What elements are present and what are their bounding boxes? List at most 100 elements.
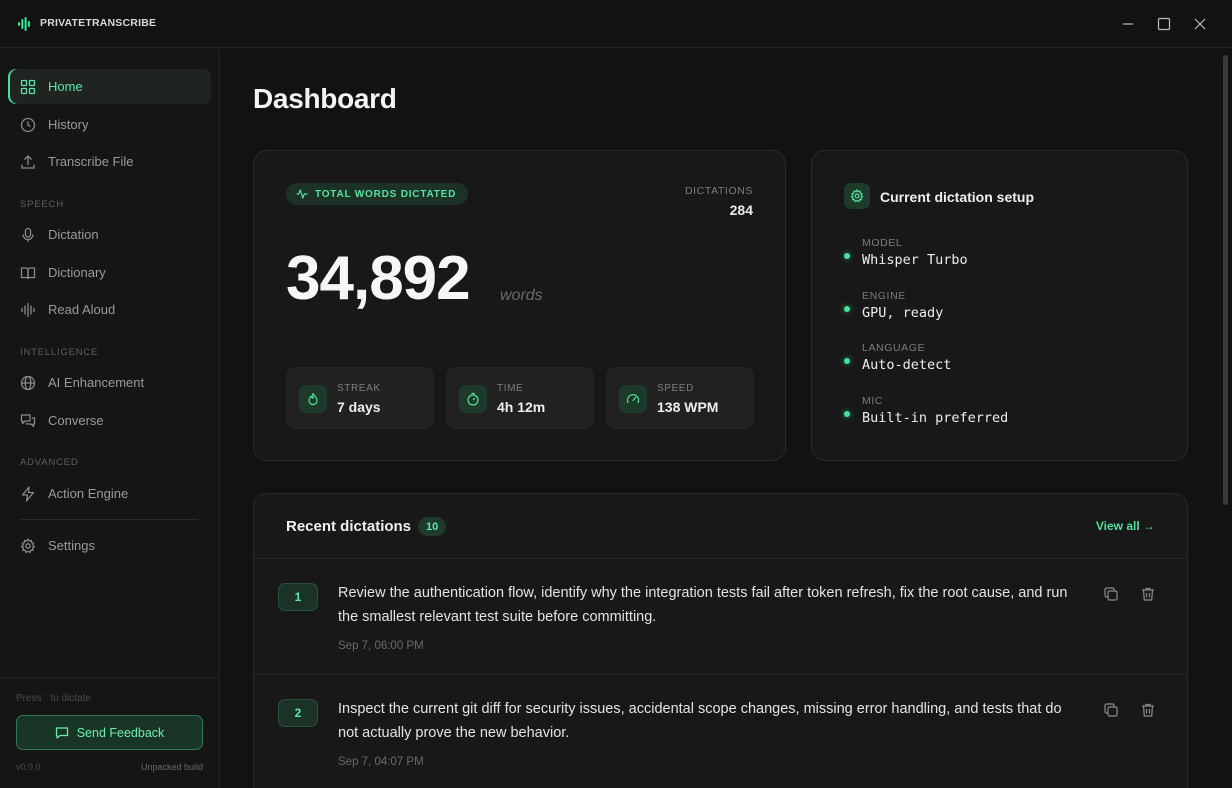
sidebar-item-dictionary[interactable]: Dictionary — [8, 255, 211, 290]
sidebar-item-action-engine[interactable]: Action Engine — [8, 476, 211, 511]
maximize-icon — [1157, 17, 1171, 31]
total-words-unit: words — [500, 287, 543, 304]
sidebar-item-label: Dictation — [48, 227, 99, 242]
delete-button[interactable] — [1139, 585, 1157, 603]
sidebar: Home History Transcribe File SPEECH Dict… — [0, 49, 220, 788]
total-words-pill: TOTAL WORDS DICTATED — [286, 183, 469, 205]
copy-button[interactable] — [1102, 701, 1120, 719]
row-number: 2 — [278, 699, 318, 727]
upload-icon — [20, 154, 36, 170]
sidebar-item-transcribe-file[interactable]: Transcribe File — [8, 144, 211, 179]
build-label: Unpacked build — [140, 762, 203, 772]
setup-title: Current dictation setup — [880, 189, 1035, 205]
copy-icon — [1104, 703, 1118, 717]
sidebar-item-label: AI Enhancement — [48, 375, 145, 390]
minimize-button[interactable] — [1118, 14, 1138, 34]
total-words-card: TOTAL WORDS DICTATED DICTATIONS 284 34,8… — [253, 150, 786, 461]
delete-button[interactable] — [1139, 701, 1157, 719]
scrollbar-thumb[interactable] — [1223, 55, 1228, 505]
sidebar-item-label: Action Engine — [48, 486, 129, 501]
setup-value: Auto-detect — [862, 357, 952, 373]
section-label-advanced: ADVANCED — [20, 457, 79, 468]
streak-value: 7 days — [337, 399, 381, 415]
setup-value: Built-in preferred — [862, 410, 1009, 426]
setup-value: GPU, ready — [862, 305, 944, 321]
total-words-label: TOTAL WORDS DICTATED — [315, 188, 457, 200]
streak-stat: STREAK 7 days — [286, 367, 434, 429]
setup-label: ENGINE — [862, 290, 906, 302]
sidebar-item-label: Home — [48, 79, 83, 94]
clock-icon — [20, 117, 36, 133]
setup-label: MODEL — [862, 237, 903, 249]
gauge-icon — [619, 385, 647, 413]
view-all-link[interactable]: View all → — [1096, 519, 1155, 533]
sidebar-divider — [20, 519, 198, 520]
sidebar-item-history[interactable]: History — [8, 107, 211, 142]
gear-icon — [20, 537, 36, 554]
streak-label: STREAK — [337, 383, 381, 394]
book-icon — [20, 265, 36, 281]
close-button[interactable] — [1190, 14, 1210, 34]
page-title: Dashboard — [253, 83, 397, 114]
send-feedback-label: Send Feedback — [76, 725, 165, 740]
sidebar-item-label: Transcribe File — [48, 154, 134, 169]
app-name: PRIVATETRANSCRIBE — [40, 17, 157, 29]
stopwatch-icon — [459, 385, 487, 413]
sidebar-footer-divider — [0, 677, 219, 678]
sidebar-item-settings[interactable]: Settings — [8, 528, 211, 563]
sidebar-item-ai-enhancement[interactable]: AI Enhancement — [8, 365, 211, 400]
dictate-hint: Press ` to dictate — [16, 693, 92, 704]
close-icon — [1194, 18, 1206, 30]
chat-bubbles-icon — [20, 413, 36, 429]
microphone-icon — [20, 227, 36, 243]
send-feedback-button[interactable]: Send Feedback — [16, 715, 203, 750]
sidebar-item-dictation[interactable]: Dictation — [8, 217, 211, 252]
setup-label: MIC — [862, 395, 884, 407]
lightning-icon — [20, 485, 36, 502]
dictation-text: Inspect the current git diff for securit… — [338, 701, 1062, 741]
dictation-time: Sep 7, 04:07 PM — [338, 756, 424, 768]
sidebar-item-label: Converse — [48, 413, 104, 428]
setup-mic: MIC Built-in preferred — [844, 395, 1144, 435]
setup-engine: ENGINE GPU, ready — [844, 290, 1144, 330]
title-bar: PRIVATETRANSCRIBE — [0, 0, 1232, 48]
sidebar-item-read-aloud[interactable]: Read Aloud — [8, 292, 211, 327]
maximize-button[interactable] — [1154, 14, 1174, 34]
recent-count-badge: 10 — [418, 517, 447, 536]
dictations-label: DICTATIONS — [684, 185, 753, 197]
recent-dictations-card: Recent dictations 10 View all → 1 Review… — [253, 493, 1188, 788]
dictation-text: Review the authentication flow, identify… — [338, 585, 1068, 625]
table-row: 1 Review the authentication flow, identi… — [254, 559, 1187, 675]
setup-value: Whisper Turbo — [862, 252, 968, 268]
status-dot — [844, 358, 850, 364]
dictation-setup-card: Current dictation setup MODEL Whisper Tu… — [811, 150, 1188, 461]
gear-icon — [844, 183, 870, 209]
sidebar-item-home[interactable]: Home — [8, 69, 211, 104]
status-dot — [844, 306, 850, 312]
sidebar-item-label: Read Aloud — [48, 302, 116, 317]
main-content: Dashboard TOTAL WORDS DICTATED DICTATION… — [221, 49, 1232, 788]
setup-model: MODEL Whisper Turbo — [844, 237, 1144, 277]
sidebar-item-converse[interactable]: Converse — [8, 403, 211, 438]
dictation-time: Sep 7, 06:00 PM — [338, 640, 424, 652]
audio-wave-icon — [20, 302, 36, 318]
speed-stat: SPEED 138 WPM — [606, 367, 754, 429]
trash-icon — [1142, 703, 1154, 717]
section-label-intelligence: INTELLIGENCE — [20, 347, 99, 358]
speed-label: SPEED — [657, 383, 694, 394]
status-dot — [844, 253, 850, 259]
recent-dictations-title: Recent dictations — [286, 518, 412, 535]
grid-icon — [20, 79, 36, 95]
message-icon — [55, 726, 68, 739]
waveform-logo-icon — [18, 17, 30, 31]
sidebar-item-label: Settings — [48, 538, 95, 553]
setup-label: LANGUAGE — [862, 342, 926, 354]
section-label-speech: SPEECH — [20, 199, 64, 210]
trash-icon — [1142, 587, 1154, 601]
time-label: TIME — [497, 383, 524, 394]
sidebar-item-label: Dictionary — [48, 265, 106, 280]
copy-button[interactable] — [1102, 585, 1120, 603]
total-words-value: 34,892 — [286, 244, 471, 313]
table-row: 2 Inspect the current git diff for secur… — [254, 675, 1187, 788]
sidebar-item-label: History — [48, 117, 89, 132]
